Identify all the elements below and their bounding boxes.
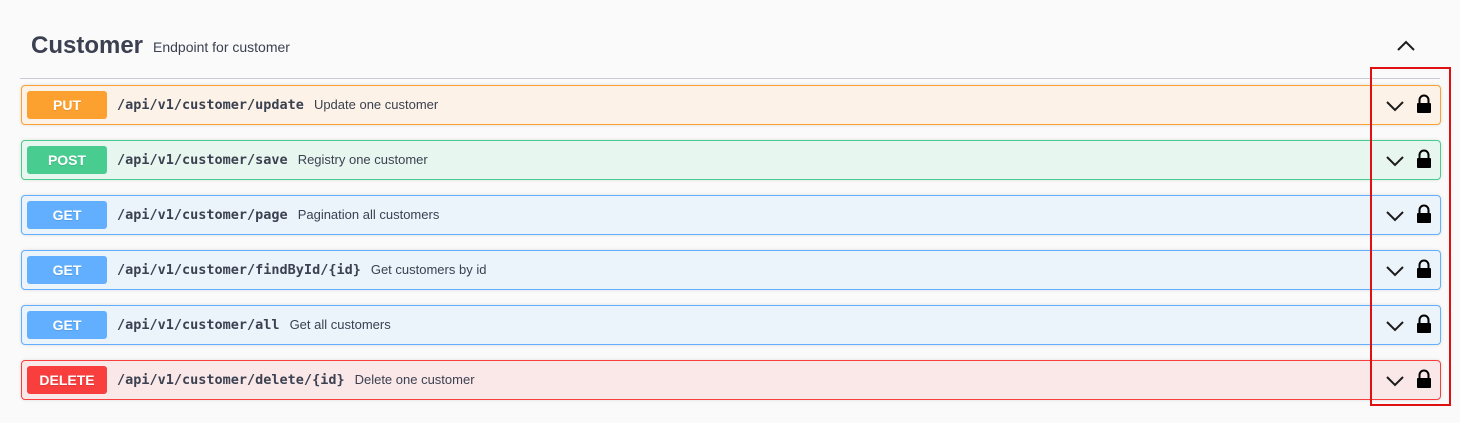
path-text: /api/v1/customer/findById/{id} bbox=[117, 262, 361, 278]
chevron-down-icon[interactable] bbox=[1384, 150, 1406, 172]
operation-row-delete[interactable]: DELETE /api/v1/customer/delete/{id} Delet… bbox=[21, 360, 1441, 400]
chevron-up-icon[interactable] bbox=[1394, 34, 1418, 58]
method-badge: PUT bbox=[27, 91, 107, 119]
chevron-down-icon[interactable] bbox=[1384, 260, 1406, 282]
lock-icon[interactable] bbox=[1415, 94, 1433, 114]
tag-title[interactable]: Customer bbox=[31, 32, 143, 60]
chevron-down-icon[interactable] bbox=[1384, 205, 1406, 227]
operation-row-get-all[interactable]: GET /api/v1/customer/all Get all customer… bbox=[21, 305, 1441, 345]
operation-path: /api/v1/customer/page Pagination all cust… bbox=[117, 207, 439, 223]
tag-section-header[interactable]: Customer Endpoint for customer bbox=[20, 20, 1440, 79]
lock-icon[interactable] bbox=[1415, 149, 1433, 169]
operation-summary: Get all customers bbox=[289, 317, 391, 332]
operation-path: /api/v1/customer/save Registry one custom… bbox=[117, 152, 428, 168]
method-badge: GET bbox=[27, 201, 107, 229]
operation-row-put-update[interactable]: PUT /api/v1/customer/update Update one cu… bbox=[21, 85, 1441, 125]
operation-row-post-save[interactable]: POST /api/v1/customer/save Registry one c… bbox=[21, 140, 1441, 180]
chevron-down-icon[interactable] bbox=[1384, 315, 1406, 337]
operation-path: /api/v1/customer/findById/{id} Get custom… bbox=[117, 262, 486, 278]
chevron-down-icon[interactable] bbox=[1384, 95, 1406, 117]
method-badge: POST bbox=[27, 146, 107, 174]
lock-icon[interactable] bbox=[1415, 259, 1433, 279]
operation-summary: Delete one customer bbox=[354, 372, 475, 387]
path-text: /api/v1/customer/delete/{id} bbox=[117, 372, 345, 388]
operation-summary: Registry one customer bbox=[297, 152, 428, 167]
lock-icon[interactable] bbox=[1415, 314, 1433, 334]
path-text: /api/v1/customer/save bbox=[117, 152, 288, 168]
operation-path: /api/v1/customer/all Get all customers bbox=[117, 317, 391, 333]
path-text: /api/v1/customer/update bbox=[117, 97, 304, 113]
operation-summary: Get customers by id bbox=[370, 262, 487, 277]
swagger-page: Customer Endpoint for customer PUT /api/… bbox=[0, 0, 1460, 423]
operation-summary: Pagination all customers bbox=[297, 207, 440, 222]
method-badge: GET bbox=[27, 311, 107, 339]
path-text: /api/v1/customer/all bbox=[117, 317, 280, 333]
operation-path: /api/v1/customer/delete/{id} Delete one c… bbox=[117, 372, 475, 388]
chevron-down-icon[interactable] bbox=[1384, 370, 1406, 392]
operation-row-get-findbyid[interactable]: GET /api/v1/customer/findById/{id} Get cu… bbox=[21, 250, 1441, 290]
path-text: /api/v1/customer/page bbox=[117, 207, 288, 223]
lock-icon[interactable] bbox=[1415, 369, 1433, 389]
operation-path: /api/v1/customer/update Update one custom… bbox=[117, 97, 438, 113]
method-badge: GET bbox=[27, 256, 107, 284]
lock-icon[interactable] bbox=[1415, 204, 1433, 224]
operation-row-get-page[interactable]: GET /api/v1/customer/page Pagination all … bbox=[21, 195, 1441, 235]
method-badge: DELETE bbox=[27, 366, 107, 394]
operation-summary: Update one customer bbox=[313, 97, 439, 112]
tag-description: Endpoint for customer bbox=[153, 39, 290, 55]
